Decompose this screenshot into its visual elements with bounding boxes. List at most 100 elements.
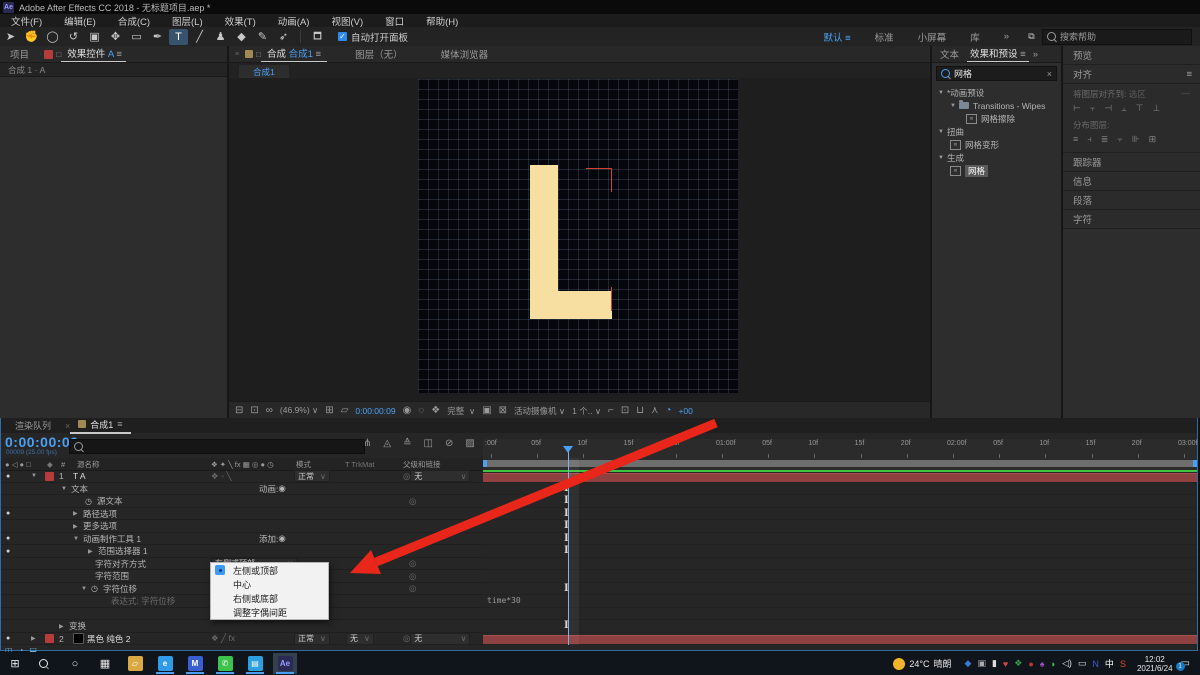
visibility-eye-icon[interactable]: ● — [6, 508, 10, 520]
track-row[interactable] — [483, 608, 1197, 621]
property-row[interactable]: ●▶范围选择器 1 — [1, 545, 483, 558]
exposure-icon[interactable]: ◔ — [665, 405, 671, 416]
menu-item-4[interactable]: 效果(T) — [214, 14, 267, 28]
weather-widget[interactable]: 24°C 晴朗 — [893, 657, 951, 670]
tab-timeline-comp[interactable]: 合成1≡ — [70, 418, 130, 434]
selection-tool[interactable]: ➤ — [1, 29, 20, 45]
glasses-icon[interactable]: ∞ — [266, 405, 273, 416]
blue-app[interactable]: ▤ — [243, 653, 267, 674]
timeline-current-time[interactable]: 0:00:00:09 — [5, 434, 79, 450]
trkmat-select[interactable]: 无∨ — [346, 633, 374, 645]
property-row[interactable]: ◷源文本◎ — [1, 495, 483, 508]
property-row[interactable]: ●▶路径选项 — [1, 508, 483, 521]
after-effects-app[interactable]: Ae — [273, 653, 297, 674]
playhead-head[interactable] — [563, 446, 573, 458]
workspace-tab-库[interactable]: 库 — [958, 30, 992, 44]
camera-tool[interactable]: ▣ — [85, 29, 104, 45]
menu-item-6[interactable]: 视图(V) — [320, 14, 374, 28]
roto-brush-tool[interactable]: ✎ — [253, 29, 272, 45]
layer-duration-bar[interactable] — [483, 635, 1197, 644]
snapshot-icon[interactable]: ◉ — [403, 405, 412, 416]
file-explorer[interactable]: ▱ — [123, 653, 147, 674]
shield-icon[interactable]: ◆ — [965, 658, 972, 669]
track-row[interactable] — [483, 570, 1197, 583]
layer-label-chip[interactable] — [45, 472, 54, 481]
menu-item-5[interactable]: 动画(A) — [267, 14, 321, 28]
comp-sub-tab[interactable]: 合成1 — [239, 65, 289, 78]
pixel-aspect-icon[interactable]: ⌐ — [608, 405, 614, 416]
playhead[interactable] — [568, 446, 569, 645]
label-color-chip[interactable] — [44, 50, 53, 59]
mode-select[interactable]: 正常∨ — [294, 633, 330, 645]
auto-open-checkbox[interactable]: ✓ — [338, 32, 347, 41]
distribute-icon[interactable]: ⊞ — [1149, 134, 1157, 145]
distort-category[interactable]: ▼扭曲 — [932, 125, 1061, 138]
effects-search-field[interactable]: 网格 × — [936, 66, 1057, 81]
volume-icon[interactable]: ◁) — [1062, 658, 1072, 669]
generate-category[interactable]: ▼生成 — [932, 151, 1061, 164]
mini-flowchart-icon[interactable]: ⋔ — [363, 438, 371, 449]
purple-icon[interactable]: ♠ — [1040, 659, 1045, 669]
align-icon[interactable]: ⫠ — [1121, 103, 1126, 114]
parent-select[interactable]: 无∨ — [410, 633, 470, 645]
track-row[interactable]: I — [483, 583, 1197, 596]
solid-swatch[interactable] — [73, 633, 84, 644]
tab-composition[interactable]: 合成 合成1 ≡ — [261, 46, 327, 63]
resolution-select[interactable]: 完整 ∨ — [447, 405, 475, 417]
layer-label-chip[interactable] — [45, 634, 54, 643]
leaf-icon[interactable]: ❖ — [1014, 658, 1022, 669]
panel-chevrons[interactable]: » — [1029, 49, 1038, 60]
align-icon[interactable]: ⫟ — [1090, 103, 1095, 114]
transitions-wipes-folder[interactable]: ▼Transitions - Wipes — [932, 99, 1061, 112]
distribute-icon[interactable]: ≡ — [1073, 134, 1078, 145]
property-row[interactable]: ●▼动画制作工具 1添加: ◉ — [1, 533, 483, 546]
browser-app[interactable]: e — [153, 653, 177, 674]
tab-media-browser[interactable]: 媒体浏览器 — [431, 47, 499, 61]
grid-warp[interactable]: ≣网格变形 — [932, 138, 1061, 151]
help-search-field[interactable]: 搜索帮助 — [1042, 29, 1192, 45]
task-view-button[interactable]: ▦ — [93, 653, 117, 674]
workspace-tab-标准[interactable]: 标准 — [863, 30, 906, 44]
always-preview-icon[interactable]: ⊟ — [235, 405, 243, 416]
grid-guides-icon[interactable]: ⊞ — [325, 405, 333, 416]
menu-item-右侧或底部[interactable]: 右侧或底部 — [211, 591, 328, 605]
work-area-end-handle[interactable] — [1193, 460, 1197, 467]
box-icon[interactable]: ▣ — [977, 658, 986, 669]
track-row[interactable]: I — [483, 545, 1197, 558]
motion-sketch-icon[interactable]: ◬ — [383, 438, 391, 449]
tab-project[interactable]: 项目 — [0, 47, 39, 61]
timeline-search-field[interactable] — [69, 439, 365, 454]
exposure-value[interactable]: +00 — [678, 406, 692, 416]
pen-tool[interactable]: ✒ — [148, 29, 167, 45]
ime-icon[interactable]: 中 — [1105, 657, 1114, 670]
grid-effect[interactable]: ≣网格 — [932, 164, 1061, 177]
roi-icon[interactable]: ▣ — [482, 405, 491, 416]
track-row[interactable]: time*30 — [483, 595, 1197, 608]
align-icon[interactable]: ⊣ — [1104, 103, 1112, 114]
eraser-tool[interactable]: ◆ — [232, 29, 251, 45]
track-row[interactable] — [483, 558, 1197, 571]
layer-duration-bar[interactable] — [483, 473, 1197, 482]
source-name-header[interactable]: 源名称 — [77, 458, 100, 470]
track-row[interactable]: I — [483, 495, 1197, 508]
property-row[interactable]: ▶更多选项 — [1, 520, 483, 533]
mic-icon[interactable]: ▮ — [992, 658, 997, 669]
comp-canvas-grid[interactable] — [418, 79, 738, 393]
chat-icon[interactable]: ◗ — [1051, 659, 1056, 669]
track-row[interactable] — [483, 633, 1197, 646]
wechat-app[interactable]: ✆ — [213, 653, 237, 674]
distribute-icon[interactable]: ≣ — [1101, 134, 1109, 145]
animation-presets[interactable]: ▼* 动画预设 — [932, 86, 1061, 99]
add-animator-button[interactable]: ◉ — [278, 483, 285, 494]
shape-tool[interactable]: ▭ — [127, 29, 146, 45]
menu-item-1[interactable]: 编辑(E) — [53, 14, 107, 28]
track-row[interactable]: I — [483, 508, 1197, 521]
cortana-button[interactable]: ○ — [63, 653, 87, 674]
expression-link-icon[interactable]: ◎ — [409, 558, 416, 570]
orbit-camera-tool[interactable]: ↺ — [64, 29, 83, 45]
visibility-eye-icon[interactable]: ● — [6, 470, 10, 482]
expression-link-icon[interactable]: ◎ — [409, 495, 416, 507]
parent-header[interactable]: 父级和链接 — [403, 458, 441, 470]
track-row[interactable]: I — [483, 520, 1197, 533]
tab-effects-presets[interactable]: 效果和预设 ≡ — [967, 46, 1029, 63]
